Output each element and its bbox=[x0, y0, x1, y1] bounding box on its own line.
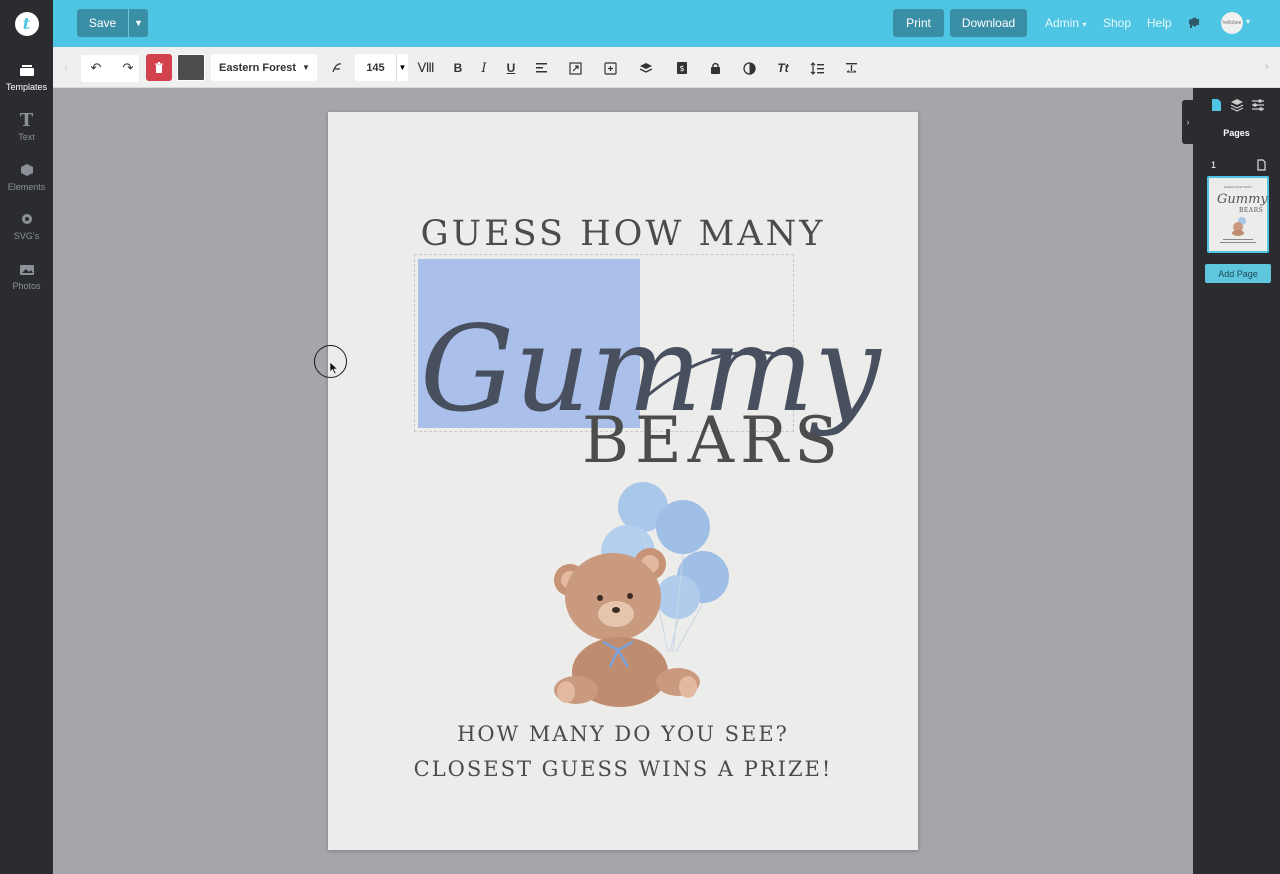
top-bar bbox=[0, 0, 1280, 47]
sidebar-item-svgs[interactable]: SVG's bbox=[0, 210, 53, 254]
app-logo[interactable]: t bbox=[14, 11, 39, 36]
text-selection-highlight bbox=[418, 259, 640, 428]
teddy-bear-balloons-image[interactable] bbox=[538, 482, 738, 712]
megaphone-icon[interactable] bbox=[1187, 14, 1203, 30]
svg-text:$: $ bbox=[679, 64, 684, 73]
right-panel: Pages 1 GUESS HOW MANY Gummy BEARS Add P… bbox=[1193, 88, 1280, 874]
save-options-chevron-icon[interactable]: ▼ bbox=[128, 9, 148, 37]
photos-icon bbox=[18, 260, 36, 278]
font-size-input[interactable]: 145 bbox=[355, 54, 396, 81]
templates-icon bbox=[18, 61, 36, 79]
panel-tabs bbox=[1193, 98, 1280, 114]
panel-title: Pages bbox=[1223, 128, 1250, 138]
save-button-group: Save ▼ bbox=[77, 9, 148, 37]
thumb-heading: GUESS HOW MANY bbox=[1223, 185, 1253, 189]
help-link[interactable]: Help bbox=[1147, 16, 1172, 30]
download-button[interactable]: Download bbox=[950, 9, 1027, 37]
bold-icon[interactable]: B bbox=[449, 59, 467, 77]
letter-spacing-icon[interactable] bbox=[842, 59, 860, 77]
sidebar-item-label: Elements bbox=[7, 182, 46, 192]
underline-icon[interactable]: U bbox=[502, 59, 520, 77]
shop-link[interactable]: Shop bbox=[1103, 16, 1131, 30]
left-sidebar: Templates T Text Elements SVG's Photos bbox=[0, 47, 53, 874]
thumb-script: Gummy bbox=[1217, 192, 1268, 207]
text-cursor-icon[interactable]: Ⅷ bbox=[417, 59, 435, 77]
page-thumbnail[interactable]: GUESS HOW MANY Gummy BEARS bbox=[1207, 176, 1269, 253]
thumb-text-lines bbox=[1220, 239, 1256, 243]
mouse-cursor-icon bbox=[329, 361, 339, 375]
sidebar-item-label: SVG's bbox=[13, 231, 40, 241]
sidebar-item-label: Photos bbox=[12, 281, 41, 291]
chevron-down-icon[interactable]: ▾ bbox=[1246, 17, 1250, 26]
lock-icon[interactable] bbox=[706, 59, 724, 77]
duplicate-icon[interactable] bbox=[601, 59, 619, 77]
layers-icon[interactable] bbox=[637, 59, 655, 77]
delete-button[interactable] bbox=[146, 54, 172, 81]
elements-icon bbox=[18, 161, 36, 179]
sidebar-item-label: Text bbox=[18, 132, 35, 142]
text-color-swatch[interactable] bbox=[177, 54, 205, 81]
svg-icon bbox=[18, 210, 36, 228]
chevron-down-icon: ▾ bbox=[1082, 20, 1087, 29]
subtitle-line-1[interactable]: HOW MANY DO YOU SEE? bbox=[328, 722, 918, 746]
text-size-icon[interactable]: Tt bbox=[774, 59, 792, 77]
admin-menu[interactable]: Admin ▾ bbox=[1045, 16, 1086, 30]
sidebar-item-templates[interactable]: Templates bbox=[0, 61, 53, 105]
redo-icon[interactable]: ↷ bbox=[119, 59, 137, 77]
add-page-button[interactable]: Add Page bbox=[1205, 264, 1271, 283]
align-left-icon[interactable] bbox=[533, 59, 551, 77]
admin-label: Admin bbox=[1045, 16, 1080, 30]
duplicate-page-icon[interactable] bbox=[1256, 159, 1266, 171]
line-height-icon[interactable] bbox=[808, 59, 826, 77]
sidebar-item-text[interactable]: T Text bbox=[0, 109, 53, 155]
font-family-select[interactable]: Eastern Forest ▼ bbox=[211, 54, 317, 81]
logo-area: t bbox=[0, 0, 53, 47]
pages-icon[interactable] bbox=[1209, 98, 1223, 112]
save-button[interactable]: Save bbox=[77, 9, 128, 37]
heading-text[interactable]: GUESS HOW MANY bbox=[328, 214, 918, 254]
opacity-icon[interactable] bbox=[740, 59, 758, 77]
chevron-left-icon[interactable]: ‹ bbox=[57, 59, 75, 77]
font-style-icon[interactable] bbox=[328, 59, 346, 77]
sidebar-item-label: Templates bbox=[5, 82, 48, 92]
thumb-bears: BEARS bbox=[1239, 207, 1264, 214]
font-size-chevron-icon[interactable]: ▼ bbox=[396, 54, 408, 81]
settings-sliders-icon[interactable] bbox=[1251, 98, 1265, 112]
thumb-bear-image bbox=[1232, 217, 1246, 236]
undo-icon[interactable]: ↶ bbox=[87, 59, 105, 77]
italic-icon[interactable]: I bbox=[475, 59, 493, 77]
bears-text[interactable]: BEARS bbox=[582, 404, 844, 478]
avatar[interactable]: hellobee bbox=[1221, 12, 1243, 34]
page-number: 1 bbox=[1211, 160, 1217, 170]
design-page[interactable]: GUESS HOW MANY Gummy BEARS HOW MANY DO Y… bbox=[328, 112, 918, 850]
price-tag-icon[interactable]: $ bbox=[673, 59, 691, 77]
font-name: Eastern Forest bbox=[219, 61, 297, 74]
trash-icon bbox=[155, 61, 163, 73]
layers-icon[interactable] bbox=[1230, 98, 1244, 112]
chevron-down-icon: ▼ bbox=[302, 63, 310, 72]
sidebar-item-elements[interactable]: Elements bbox=[0, 161, 53, 205]
sidebar-item-photos[interactable]: Photos bbox=[0, 260, 53, 304]
print-button[interactable]: Print bbox=[893, 9, 944, 37]
resize-icon[interactable] bbox=[566, 59, 584, 77]
text-icon: T bbox=[19, 109, 34, 131]
subtitle-line-2[interactable]: CLOSEST GUESS WINS A PRIZE! bbox=[328, 757, 918, 781]
chevron-right-icon[interactable]: › bbox=[1265, 61, 1268, 72]
